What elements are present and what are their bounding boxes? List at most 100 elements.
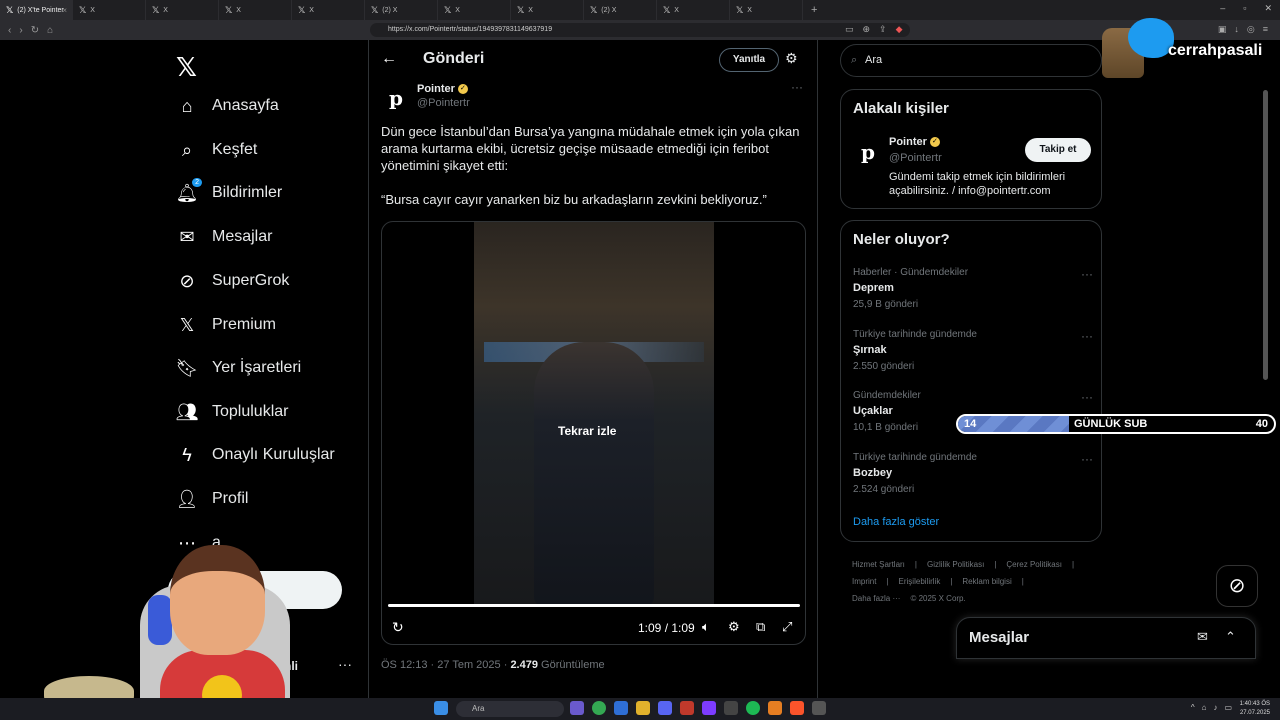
footer-link[interactable]: Hizmet Şartları: [852, 560, 905, 569]
back-arrow-icon[interactable]: ‹: [8, 25, 11, 36]
close-icon[interactable]: ✕: [1264, 3, 1272, 14]
scrollbar-thumb[interactable]: [1263, 90, 1268, 380]
browser-tab[interactable]: 𝕏X: [73, 0, 146, 20]
show-more-link[interactable]: Daha fazla göster: [853, 516, 939, 528]
video-progress-bar[interactable]: [388, 604, 800, 607]
url-field[interactable]: https://x.com/Pointertr/status/194939783…: [370, 23, 910, 37]
footer-link[interactable]: © 2025 X Corp.: [910, 594, 965, 603]
brave-icon[interactable]: [790, 701, 804, 715]
related-avatar[interactable]: p: [855, 140, 881, 166]
browser-tab[interactable]: 𝕏X: [146, 0, 219, 20]
reload-icon[interactable]: ↻: [31, 25, 39, 36]
footer-link[interactable]: Çerez Politikası: [1006, 560, 1062, 569]
forward-arrow-icon[interactable]: ›: [19, 25, 22, 36]
nav-item[interactable]: ϟ Onaylı Kuruluşlar: [176, 443, 334, 467]
folder-icon[interactable]: [636, 701, 650, 715]
minimize-icon[interactable]: –: [1220, 3, 1225, 14]
spotify-icon[interactable]: [746, 701, 760, 715]
trend-more-icon[interactable]: ···: [1081, 390, 1093, 404]
more-dots-icon[interactable]: ···: [338, 656, 352, 672]
app-icon[interactable]: [768, 701, 782, 715]
author-avatar[interactable]: p: [383, 85, 409, 111]
windows-start-icon[interactable]: [434, 701, 448, 715]
shield-icon[interactable]: ◆: [896, 24, 903, 35]
browser-tab[interactable]: 𝕏 (2) X: [584, 0, 657, 20]
footer-link[interactable]: |: [1022, 577, 1024, 586]
chevron-up-icon[interactable]: ^: [1191, 703, 1195, 712]
follow-button[interactable]: Takip et: [1025, 138, 1091, 162]
new-message-icon[interactable]: ✉: [1197, 629, 1208, 645]
maximize-icon[interactable]: ▫: [1243, 3, 1246, 14]
trend-item[interactable]: Türkiye tarihinde gündemde Bozbey 2.524 gö…: [853, 452, 1093, 495]
battery-icon[interactable]: ▭: [1224, 703, 1232, 712]
speaker-icon[interactable]: ♪: [1213, 703, 1217, 712]
footer-link[interactable]: |: [886, 577, 888, 586]
nav-item[interactable]: 🔖︎ Yer İşaretleri: [176, 356, 302, 380]
reader-icon[interactable]: ▭: [845, 24, 854, 35]
search-input[interactable]: ⌕ Ara: [840, 44, 1102, 77]
trend-item[interactable]: Haberler · Gündemdekiler Deprem 25,9 B gön…: [853, 267, 1093, 310]
footer-link[interactable]: Erişilebilirlik: [899, 577, 941, 586]
new-tab-icon[interactable]: +: [811, 4, 817, 16]
browser-tab[interactable]: 𝕏X: [438, 0, 511, 20]
pip-icon[interactable]: ⧉: [756, 619, 765, 635]
footer-link[interactable]: |: [1072, 560, 1074, 569]
video-frame[interactable]: [474, 222, 714, 607]
reply-button[interactable]: Yanıtla: [719, 48, 779, 72]
fullscreen-icon[interactable]: ⤢: [782, 619, 792, 635]
footer-link[interactable]: |: [915, 560, 917, 569]
app-icon[interactable]: [680, 701, 694, 715]
home-icon[interactable]: ⌂: [47, 25, 53, 36]
chrome-icon[interactable]: [592, 701, 606, 715]
expand-up-icon[interactable]: ⌃: [1225, 629, 1236, 645]
video-player[interactable]: Tekrar izle ↻ 1:09 / 1:09 🔈︎ ⚙ ⧉ ⤢: [381, 221, 806, 645]
zoom-icon[interactable]: ⊕: [863, 24, 871, 35]
grok-icon[interactable]: ⊘: [1216, 565, 1258, 607]
trend-item[interactable]: Türkiye tarihinde gündemde Şırnak 2.550 gö…: [853, 329, 1093, 372]
app-icon[interactable]: [702, 701, 716, 715]
back-arrow-icon[interactable]: ←: [381, 50, 397, 68]
trend-more-icon[interactable]: ···: [1081, 267, 1093, 281]
trend-more-icon[interactable]: ···: [1081, 452, 1093, 466]
network-icon[interactable]: ⌂: [1202, 703, 1207, 712]
x-logo-icon[interactable]: 𝕏: [176, 52, 197, 83]
copilot-icon[interactable]: [570, 701, 584, 715]
browser-tab[interactable]: 𝕏X: [657, 0, 730, 20]
replay-icon[interactable]: ↻: [392, 619, 404, 636]
post-timestamp[interactable]: ÖS 12:13 · 27 Tem 2025 ·: [381, 659, 510, 671]
footer-link[interactable]: |: [994, 560, 996, 569]
nav-item[interactable]: ⌕ Keşfet: [176, 138, 257, 162]
author-name[interactable]: Pointer: [417, 83, 455, 95]
footer-link[interactable]: Imprint: [852, 577, 876, 586]
nav-item[interactable]: 👥︎ Topluluklar: [176, 400, 289, 424]
nav-item[interactable]: 𝕏 Premium: [176, 313, 276, 337]
app-icon[interactable]: [724, 701, 738, 715]
browser-tab[interactable]: 𝕏X: [730, 0, 803, 20]
footer-link[interactable]: Gizlilik Politikası: [927, 560, 984, 569]
browser-tab[interactable]: 𝕏X: [511, 0, 584, 20]
author-handle[interactable]: @Pointertr: [417, 97, 470, 109]
nav-item[interactable]: 👤︎ Profil: [176, 487, 249, 511]
related-handle[interactable]: @Pointertr: [889, 152, 942, 164]
discord-icon[interactable]: [658, 701, 672, 715]
app-icon[interactable]: [812, 701, 826, 715]
browser-tab[interactable]: 𝕏 (2) X: [365, 0, 438, 20]
nav-item[interactable]: ⌂ Anasayfa: [176, 94, 279, 118]
nav-item[interactable]: 🔔︎ 2 Bildirimler: [176, 178, 282, 205]
messages-dock[interactable]: Mesajlar ✉ ⌃: [956, 617, 1256, 659]
nav-item[interactable]: ✉ Mesajlar: [176, 225, 272, 249]
browser-tab[interactable]: 𝕏 (2) X'te Pointer ×: [0, 0, 73, 20]
browser-tab[interactable]: 𝕏X: [219, 0, 292, 20]
browser-tab[interactable]: 𝕏X: [292, 0, 365, 20]
taskbar-clock[interactable]: 1:40:43 ÖS 27.07.2025: [1240, 700, 1270, 718]
replay-label[interactable]: Tekrar izle: [558, 424, 616, 438]
settings-sliders-icon[interactable]: ⚙: [785, 50, 798, 67]
footer-link[interactable]: |: [950, 577, 952, 586]
footer-link[interactable]: Daha fazla ···: [852, 594, 900, 603]
volume-icon[interactable]: 🔈︎: [702, 619, 710, 635]
edge-icon[interactable]: [614, 701, 628, 715]
nav-item[interactable]: ⊘ SuperGrok: [176, 269, 289, 293]
trend-more-icon[interactable]: ···: [1081, 329, 1093, 343]
share-icon[interactable]: ⇪: [879, 24, 887, 35]
page-scrollbar[interactable]: [1260, 80, 1270, 720]
